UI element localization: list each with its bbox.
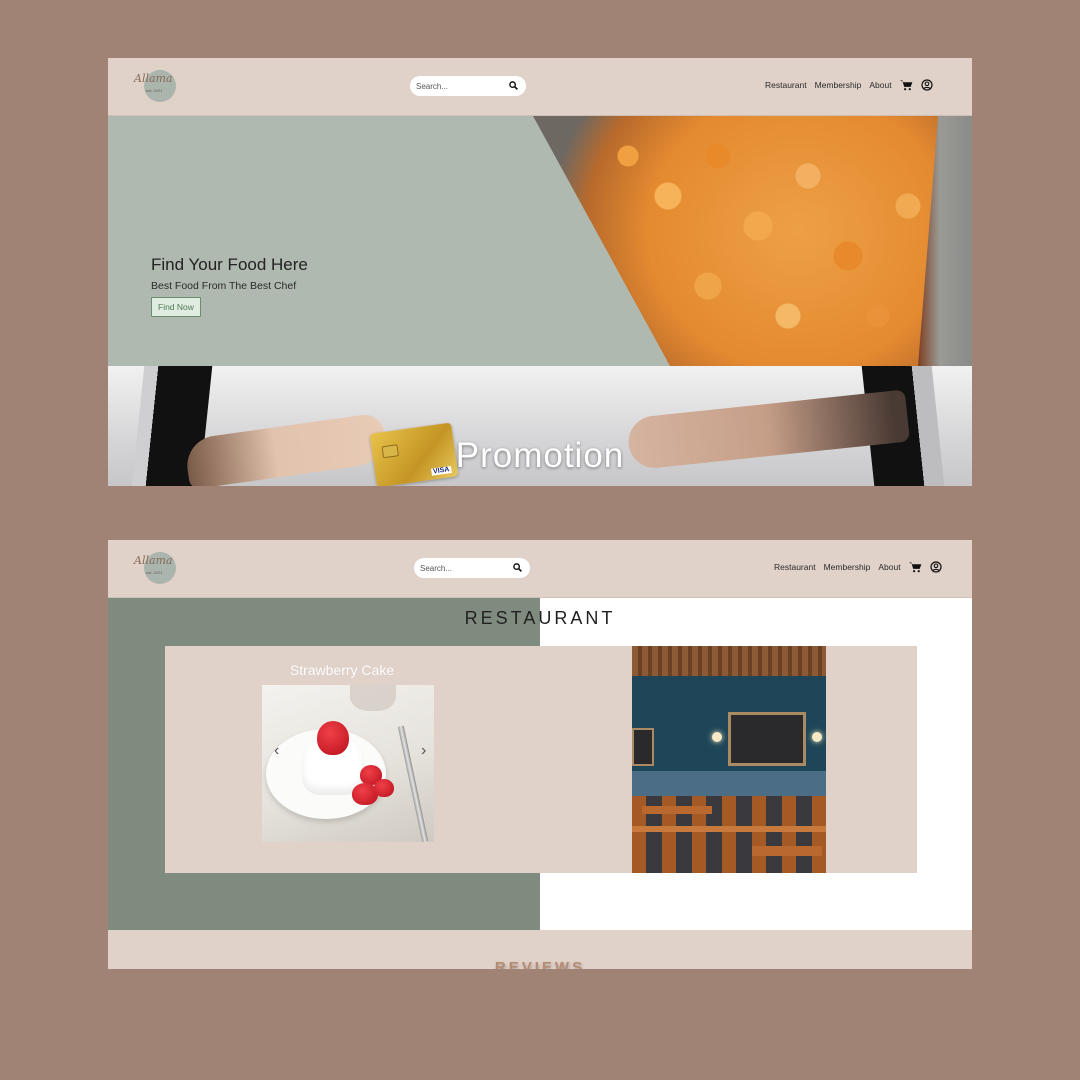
glass-image bbox=[350, 685, 396, 711]
wall-window bbox=[632, 728, 654, 766]
user-circle-icon[interactable] bbox=[920, 79, 933, 91]
logo-subtext: est. 2021 bbox=[146, 88, 163, 93]
nav-membership-link[interactable]: Membership bbox=[824, 562, 871, 572]
search-input[interactable] bbox=[416, 79, 506, 93]
hero-banner: Find Your Food Here Best Food From The B… bbox=[108, 116, 972, 366]
carousel-prev-arrow[interactable]: ‹ bbox=[274, 743, 279, 759]
promotion-banner[interactable]: VISA Promotion bbox=[108, 366, 972, 486]
nav-about-link[interactable]: About bbox=[878, 562, 900, 572]
find-now-button[interactable]: Find Now bbox=[151, 297, 201, 317]
mac-and-cheese-image bbox=[533, 116, 972, 366]
strawberry-topping bbox=[317, 721, 349, 755]
cart-icon[interactable] bbox=[899, 79, 913, 91]
cart-icon[interactable] bbox=[908, 561, 922, 573]
screenshot-home: Allama est. 2021 Restaurant Membership A… bbox=[108, 58, 972, 486]
slide-title: Strawberry Cake bbox=[289, 662, 395, 678]
search-icon[interactable] bbox=[509, 81, 518, 90]
hero-subtitle: Best Food From The Best Chef bbox=[151, 280, 297, 292]
search-icon[interactable] bbox=[513, 563, 522, 572]
restaurant-section: RESTAURANT Strawberry Cake ‹ › bbox=[108, 598, 972, 930]
search-box bbox=[410, 76, 526, 96]
nav-links: Restaurant Membership About bbox=[774, 561, 942, 573]
restaurant-title: RESTAURANT bbox=[464, 608, 616, 628]
logo[interactable]: Allama est. 2021 bbox=[134, 552, 176, 584]
search-box bbox=[414, 558, 530, 578]
restaurant-interior-image[interactable] bbox=[632, 646, 826, 873]
search-input[interactable] bbox=[420, 561, 510, 575]
logo[interactable]: Allama est. 2021 bbox=[134, 70, 176, 102]
strawberry-slice bbox=[374, 779, 394, 797]
logo-text: Allama bbox=[134, 554, 173, 567]
nav-restaurant-link[interactable]: Restaurant bbox=[765, 80, 807, 90]
carousel-next-arrow[interactable]: › bbox=[421, 743, 426, 759]
reviews-section: REVIEWS bbox=[108, 930, 972, 969]
screenshot-restaurant: Allama est. 2021 Restaurant Membership A… bbox=[108, 540, 972, 969]
navbar: Allama est. 2021 Restaurant Membership A… bbox=[108, 58, 972, 116]
user-circle-icon[interactable] bbox=[929, 561, 942, 573]
wall-lamp bbox=[812, 732, 822, 742]
wall-window bbox=[728, 712, 806, 766]
hero-title: Find Your Food Here bbox=[151, 255, 308, 274]
wood-ceiling bbox=[632, 646, 826, 676]
nav-restaurant-link[interactable]: Restaurant bbox=[774, 562, 816, 572]
nav-links: Restaurant Membership About bbox=[765, 79, 933, 91]
dining-tables bbox=[632, 796, 826, 873]
restaurant-carousel: Strawberry Cake ‹ › bbox=[165, 646, 917, 873]
promotion-title: Promotion bbox=[455, 436, 625, 475]
nav-about-link[interactable]: About bbox=[869, 80, 891, 90]
strawberry-cake-image[interactable] bbox=[262, 685, 434, 842]
navbar: Allama est. 2021 Restaurant Membership A… bbox=[108, 540, 972, 598]
nav-membership-link[interactable]: Membership bbox=[815, 80, 862, 90]
reviews-title: REVIEWS bbox=[494, 959, 586, 969]
logo-text: Allama bbox=[134, 72, 173, 85]
logo-subtext: est. 2021 bbox=[146, 570, 163, 575]
wall-lamp bbox=[712, 732, 722, 742]
